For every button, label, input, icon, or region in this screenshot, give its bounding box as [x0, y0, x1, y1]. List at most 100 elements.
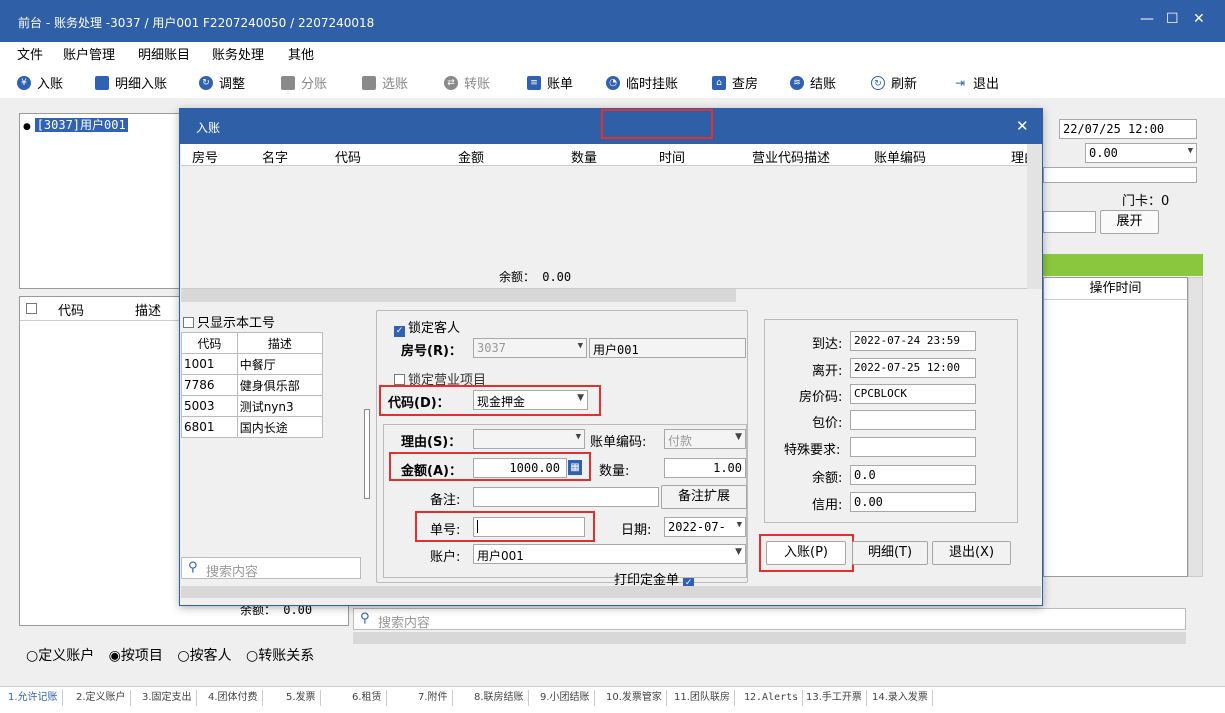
- tab-invoice-manager[interactable]: 10.发票管家: [602, 690, 667, 706]
- tab-linked-checkout[interactable]: 8.联房结账: [470, 690, 529, 706]
- tab-rental[interactable]: 6.租赁: [348, 690, 387, 706]
- code-row[interactable]: 5003 测试nyn3: [181, 395, 324, 417]
- tab-invoice[interactable]: 5.发票: [282, 690, 321, 706]
- only-my-code-checkbox[interactable]: 只显示本工号: [183, 312, 275, 331]
- tab-team-linked[interactable]: 11.团队联房: [670, 690, 735, 706]
- leave-label: 离开:: [812, 364, 843, 379]
- lock-guest-checkbox[interactable]: ✓ 锁定客人: [394, 317, 460, 337]
- code-cell: 6801: [181, 416, 238, 438]
- toolbar-label: 刷新: [891, 77, 918, 92]
- temp-hang-toolbar-button[interactable]: ◔ 临时挂账: [606, 73, 678, 92]
- menu-account-management[interactable]: 账户管理: [63, 44, 115, 63]
- dialog-grid-scrollbar[interactable]: [1027, 144, 1042, 289]
- tab-define-account[interactable]: 2.定义账户: [72, 690, 131, 706]
- dialog-hscroll[interactable]: [181, 289, 736, 302]
- qty-field[interactable]: 1.00: [664, 458, 746, 478]
- reason-select[interactable]: ▼: [473, 429, 585, 449]
- room-select[interactable]: 3037 ▼: [473, 338, 587, 358]
- col-code[interactable]: 代码: [335, 147, 361, 165]
- radio-transfer-relation[interactable]: ○转账关系: [246, 648, 314, 664]
- background-date-field[interactable]: 22/07/25 12:00: [1059, 119, 1197, 139]
- select-all-checkbox[interactable]: [26, 303, 37, 314]
- col-qty[interactable]: 数量: [571, 147, 597, 165]
- dialog-title: 入账: [196, 121, 221, 135]
- maximize-icon[interactable]: ☐: [1166, 11, 1179, 27]
- code-row[interactable]: 7786 健身俱乐部: [181, 374, 324, 396]
- column-header-desc[interactable]: 描述: [135, 300, 161, 319]
- background-input[interactable]: [1043, 211, 1096, 233]
- background-amount-select[interactable]: 0.00 ▼: [1085, 143, 1197, 163]
- posting-grid[interactable]: 房号 名字 代码 金额 数量 时间 营业代码描述 账单编码 理由 余额： 0.0…: [181, 144, 1027, 289]
- col-time[interactable]: 时间: [659, 147, 685, 165]
- tab-group-pay[interactable]: 4.团体付费: [204, 690, 263, 706]
- col-reason[interactable]: 理由: [1011, 147, 1027, 165]
- package-field: [850, 410, 976, 430]
- dialog-bottom-scroll[interactable]: [181, 586, 1041, 598]
- col-room[interactable]: 房号: [192, 147, 218, 165]
- menu-file[interactable]: 文件: [17, 44, 43, 63]
- code-search[interactable]: ⚲ 搜索内容: [181, 557, 361, 580]
- minimize-icon[interactable]: —: [1140, 11, 1154, 27]
- tree-item[interactable]: ● [3037]用户001: [23, 116, 128, 133]
- toolbar: ¥ 入账 明细入账 ↻ 调整 分账 选账 ⇄ 转账 ≡ 账单 ◔ 临时挂账 ⌂ 查房 ≋ 结账…: [0, 64, 1225, 98]
- search-placeholder: 搜索内容: [378, 616, 431, 631]
- toolbar-label: 入账: [37, 77, 64, 92]
- tab-fixed-expense[interactable]: 3.固定支出: [138, 690, 197, 706]
- tab-allow-posting[interactable]: 1.允许记账: [4, 690, 63, 706]
- desc-cell: 健身俱乐部: [236, 374, 324, 396]
- background-blank-field[interactable]: [1043, 167, 1197, 183]
- date-select[interactable]: 2022-07- ▼: [664, 517, 746, 537]
- detail-button[interactable]: 明细(T): [852, 541, 928, 565]
- toolbar-label: 临时挂账: [626, 77, 679, 92]
- account-select[interactable]: 用户001 ▼: [473, 544, 746, 564]
- tab-enter-invoice[interactable]: 14.录入发票: [868, 690, 933, 706]
- radio-define-account[interactable]: ○定义账户: [26, 648, 94, 664]
- adjust-toolbar-button[interactable]: ↻ 调整: [199, 73, 245, 92]
- note-field[interactable]: [473, 487, 659, 507]
- col-bill-code[interactable]: 账单编码: [874, 147, 926, 165]
- dialog-close-icon[interactable]: ✕: [1016, 117, 1029, 135]
- op-time-header[interactable]: 操作时间: [1044, 278, 1187, 300]
- tab-small-group-checkout[interactable]: 9.小团结账: [536, 690, 595, 706]
- bottom-scrollbar[interactable]: [353, 632, 1186, 644]
- radio-by-item[interactable]: ◉按项目: [109, 648, 163, 664]
- col-desc[interactable]: 营业代码描述: [752, 147, 830, 165]
- checkout-toolbar-button[interactable]: ≋ 结账: [790, 73, 836, 92]
- check-room-toolbar-button[interactable]: ⌂ 查房: [712, 73, 758, 92]
- transfer-toolbar-button[interactable]: ⇄ 转账: [444, 73, 490, 92]
- menu-accounting[interactable]: 账务处理: [212, 44, 264, 63]
- code-list-header-code[interactable]: 代码: [181, 332, 238, 354]
- post-toolbar-button[interactable]: ¥ 入账: [17, 73, 63, 92]
- menu-other[interactable]: 其他: [288, 44, 314, 63]
- right-grid[interactable]: 操作时间: [1043, 277, 1188, 577]
- code-list-header-desc[interactable]: 描述: [236, 332, 324, 354]
- split-toolbar-button[interactable]: 分账: [281, 73, 327, 92]
- code-search-placeholder: 搜索内容: [206, 565, 259, 580]
- code-row[interactable]: 1001 中餐厅: [181, 353, 324, 375]
- tab-manual-invoice[interactable]: 13.手工开票: [802, 690, 867, 706]
- column-header-code[interactable]: 代码: [58, 300, 84, 319]
- right-scrollbar[interactable]: [1188, 277, 1203, 577]
- splitter-handle[interactable]: [364, 409, 370, 499]
- exit-toolbar-button[interactable]: ⇥ 退出: [953, 73, 999, 92]
- expand-button[interactable]: 展开: [1100, 210, 1159, 234]
- detail-post-toolbar-button[interactable]: 明细入账: [95, 73, 167, 92]
- col-amount[interactable]: 金额: [458, 147, 484, 165]
- background-search[interactable]: ⚲ 搜索内容: [353, 608, 1186, 631]
- dialog-exit-button[interactable]: 退出(X): [932, 541, 1011, 565]
- note-extend-button[interactable]: 备注扩展: [661, 485, 747, 509]
- tab-alerts[interactable]: 12.Alerts: [740, 690, 804, 706]
- radio-by-guest[interactable]: ○按客人: [177, 648, 231, 664]
- tab-attachment[interactable]: 7.附件: [414, 690, 453, 706]
- close-icon[interactable]: ✕: [1193, 11, 1205, 27]
- col-name[interactable]: 名字: [262, 147, 288, 165]
- select-toolbar-button[interactable]: 选账: [362, 73, 408, 92]
- highlight-code: [379, 385, 601, 416]
- code-list[interactable]: 代码 描述 1001 中餐厅 7786 健身俱乐部 5003 测试nyn3 6801 国内…: [181, 332, 324, 438]
- bill-code-select[interactable]: 付款 ▼: [664, 429, 746, 449]
- menu-detail-items[interactable]: 明细账目: [138, 44, 190, 63]
- code-row[interactable]: 6801 国内长途: [181, 416, 324, 438]
- account-tree[interactable]: ● [3037]用户001: [19, 113, 189, 289]
- bill-toolbar-button[interactable]: ≡ 账单: [527, 73, 573, 92]
- refresh-toolbar-button[interactable]: ↻ 刷新: [871, 73, 917, 92]
